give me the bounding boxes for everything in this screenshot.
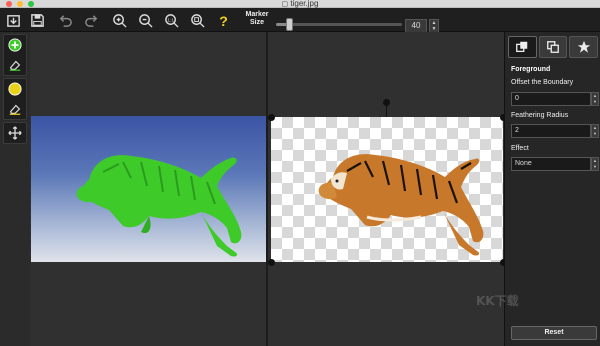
foreground-tool-group — [3, 34, 27, 76]
offset-stepper[interactable]: ▲ ▼ — [591, 92, 599, 106]
marker-size-slider[interactable] — [276, 18, 402, 31]
zoom-in-button[interactable] — [110, 11, 128, 29]
tab-effects[interactable] — [569, 36, 599, 58]
mark-background-icon — [8, 82, 22, 96]
toolbar: 1:1 ? Marker Size 40 ▲ ▼ — [0, 8, 600, 33]
marker-size-input[interactable]: 40 — [405, 19, 427, 33]
layers-icon — [516, 41, 528, 53]
mark-background-button[interactable] — [4, 79, 26, 99]
watermark: KK下载 — [476, 294, 519, 308]
offset-label: Offset the Boundary — [511, 79, 574, 86]
redo-icon — [84, 14, 97, 27]
move-tool-group — [3, 122, 27, 144]
eraser-icon — [9, 104, 21, 115]
feather-input[interactable]: 2 — [511, 124, 591, 138]
zoom-in-icon — [112, 13, 127, 28]
move-button[interactable] — [4, 123, 26, 143]
marker-size-slider-knob[interactable] — [285, 18, 293, 31]
panel-tabs — [508, 36, 599, 60]
split-divider[interactable] — [266, 32, 268, 346]
open-icon — [6, 14, 20, 27]
tool-column — [0, 32, 30, 346]
zoom-out-icon — [138, 13, 153, 28]
tab-layers[interactable] — [508, 36, 537, 58]
feather-label: Feathering Radius — [511, 112, 569, 119]
chevron-down-icon[interactable]: ▼ — [592, 99, 598, 105]
svg-text:1:1: 1:1 — [167, 17, 174, 22]
tiger-cutout — [318, 154, 484, 256]
effect-select-arrow[interactable]: ▲ ▼ — [591, 157, 599, 171]
rotation-line — [386, 105, 387, 117]
add-foreground-icon — [8, 38, 22, 52]
marker-size-stepper[interactable]: ▲ ▼ — [429, 19, 439, 33]
title-bar: ▢ tiger.jpg — [0, 0, 600, 8]
zoom-actual-button[interactable]: 1:1 — [162, 11, 180, 29]
eraser-icon — [9, 60, 21, 71]
undo-button[interactable] — [56, 11, 74, 29]
duplicate-icon — [547, 41, 559, 53]
effect-label: Effect — [511, 145, 529, 152]
chevron-down-icon[interactable]: ▼ — [592, 131, 598, 137]
tab-duplicate[interactable] — [538, 36, 568, 58]
help-icon: ? — [219, 13, 228, 28]
star-icon — [577, 40, 590, 53]
zoom-fit-button[interactable] — [188, 11, 206, 29]
chevron-down-icon: ▼ — [593, 164, 597, 169]
redo-button[interactable] — [82, 11, 100, 29]
resize-handle-bottom-left[interactable] — [268, 259, 275, 266]
tiger-green-mask — [76, 155, 242, 257]
offset-input[interactable]: 0 — [511, 92, 591, 106]
result-preview[interactable] — [271, 117, 503, 262]
source-image[interactable] — [31, 116, 266, 262]
file-icon: ▢ — [281, 1, 289, 8]
zoom-fit-icon — [190, 13, 205, 28]
resize-handle-top-left[interactable] — [268, 114, 275, 121]
marker-size-label: Marker Size — [245, 11, 269, 26]
effect-select[interactable]: None — [511, 157, 591, 171]
svg-text:?: ? — [219, 13, 228, 28]
zoom-out-button[interactable] — [136, 11, 154, 29]
undo-icon — [59, 14, 72, 27]
save-icon — [30, 13, 44, 27]
help-button[interactable]: ? — [214, 11, 232, 29]
save-button[interactable] — [28, 11, 46, 29]
open-button[interactable] — [4, 11, 22, 29]
panel-heading: Foreground — [511, 66, 551, 73]
move-icon — [8, 126, 22, 140]
background-tool-group — [3, 78, 27, 120]
foreground-eraser-button[interactable] — [4, 55, 26, 75]
add-foreground-button[interactable] — [4, 35, 26, 55]
zoom-actual-icon: 1:1 — [164, 13, 179, 28]
reset-button[interactable]: Reset — [511, 326, 597, 340]
feather-stepper[interactable]: ▲ ▼ — [591, 124, 599, 138]
rotation-handle[interactable] — [383, 99, 390, 106]
background-eraser-button[interactable] — [4, 99, 26, 119]
